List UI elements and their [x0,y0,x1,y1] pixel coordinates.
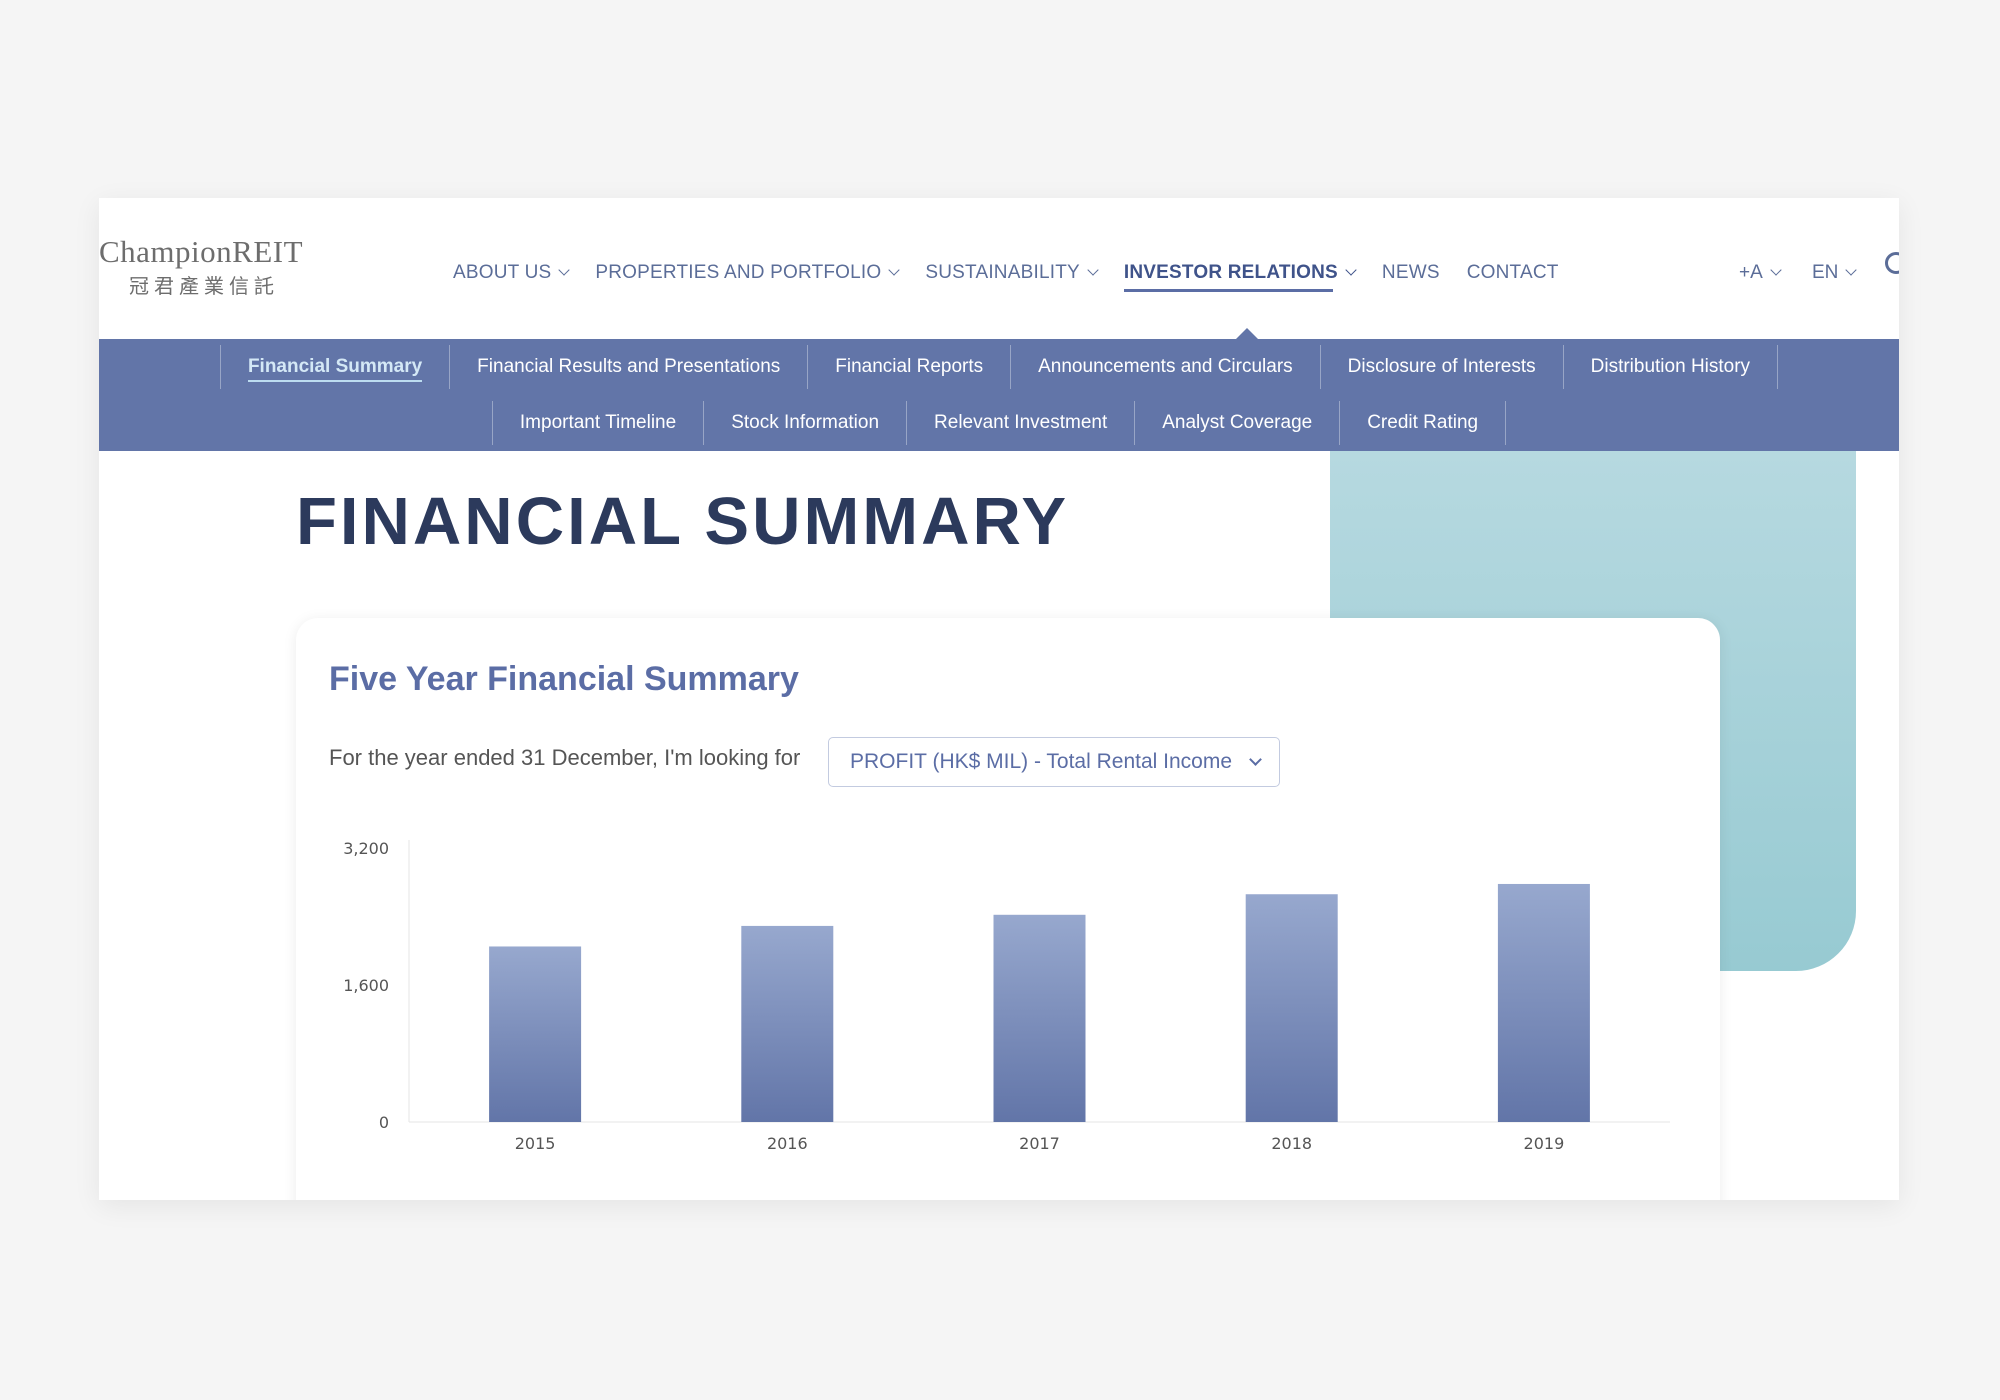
nav-investor-relations[interactable]: INVESTOR RELATIONS [1123,262,1357,292]
main-nav: ABOUT US PROPERTIES AND PORTFOLIO SUSTAI… [453,253,1586,293]
nav-label: SUSTAINABILITY [925,262,1080,283]
nav-news[interactable]: NEWS [1382,262,1440,284]
nav-label: INVESTOR RELATIONS [1123,262,1338,283]
chevron-down-icon [1770,264,1782,276]
site-header: ChampionREIT 冠君產業信託 ABOUT US PROPERTIES … [99,198,1899,340]
nav-label: CONTACT [1466,262,1559,283]
nav-sustainability[interactable]: SUSTAINABILITY [925,262,1099,284]
subnav-row-1: Financial Summary Financial Results and … [99,345,1899,389]
x-tick-label: 2016 [767,1134,808,1153]
font-size-selector[interactable]: +A [1739,253,1782,293]
x-tick-label: 2017 [1019,1134,1060,1153]
subnav-stock-information[interactable]: Stock Information [703,401,906,445]
financial-summary-card: Five Year Financial Summary For the year… [296,618,1720,1200]
chevron-down-icon [558,264,571,276]
logo-text-cn: 冠君產業信託 [129,274,279,298]
subnav-relevant-investment[interactable]: Relevant Investment [906,401,1134,445]
subnav-financial-results[interactable]: Financial Results and Presentations [449,345,807,389]
bar-2019 [1497,883,1590,1122]
subnav-analyst-coverage[interactable]: Analyst Coverage [1134,401,1339,445]
search-icon[interactable] [1885,252,1899,274]
language-selector[interactable]: EN [1812,253,1858,293]
chevron-down-icon [1345,264,1357,276]
y-tick-label: 3,200 [343,839,389,858]
bar-2018 [1245,894,1338,1122]
page-title: FINANCIAL SUMMARY [296,484,1070,559]
chevron-down-icon [1845,264,1858,276]
bar-2016 [741,925,834,1122]
subnav-distribution-history[interactable]: Distribution History [1562,345,1779,389]
bar-2015 [489,946,582,1122]
font-size-label: +A [1739,262,1763,283]
subnav-financial-reports[interactable]: Financial Reports [807,345,1010,389]
x-tick-label: 2015 [515,1134,556,1153]
chevron-down-icon [1087,264,1099,276]
nav-label: PROPERTIES AND PORTFOLIO [595,262,882,283]
nav-label: ABOUT US [453,262,552,283]
subnav-disclosure-of-interests[interactable]: Disclosure of Interests [1319,345,1563,389]
logo-text-en: ChampionREIT [99,234,304,269]
language-label: EN [1812,262,1839,283]
x-tick-label: 2018 [1271,1134,1312,1153]
financial-bar-chart: 0 1,600 3,200 2015 2016 2017 2018 2019 [343,839,1670,1153]
nav-label: NEWS [1381,262,1440,283]
x-tick-label: 2019 [1524,1134,1565,1153]
bar-2017 [993,914,1086,1122]
subnav-important-timeline[interactable]: Important Timeline [491,401,703,445]
subnav-financial-summary[interactable]: Financial Summary [219,345,449,389]
subnav-row-2: Important Timeline Stock Information Rel… [99,401,1899,445]
nav-properties-and-portfolio[interactable]: PROPERTIES AND PORTFOLIO [595,262,901,284]
subnav-credit-rating[interactable]: Credit Rating [1339,401,1507,445]
chevron-down-icon [888,264,901,276]
subnav-announcements[interactable]: Announcements and Circulars [1010,345,1320,389]
browser-page: ChampionREIT 冠君產業信託 ABOUT US PROPERTIES … [99,198,1899,1200]
y-tick-label: 1,600 [343,976,389,995]
nav-contact[interactable]: CONTACT [1467,262,1559,284]
logo[interactable]: ChampionREIT 冠君產業信託 [99,234,314,304]
investor-relations-subnav: Financial Summary Financial Results and … [99,339,1899,451]
y-tick-label: 0 [379,1113,389,1132]
nav-about-us[interactable]: ABOUT US [453,262,571,284]
